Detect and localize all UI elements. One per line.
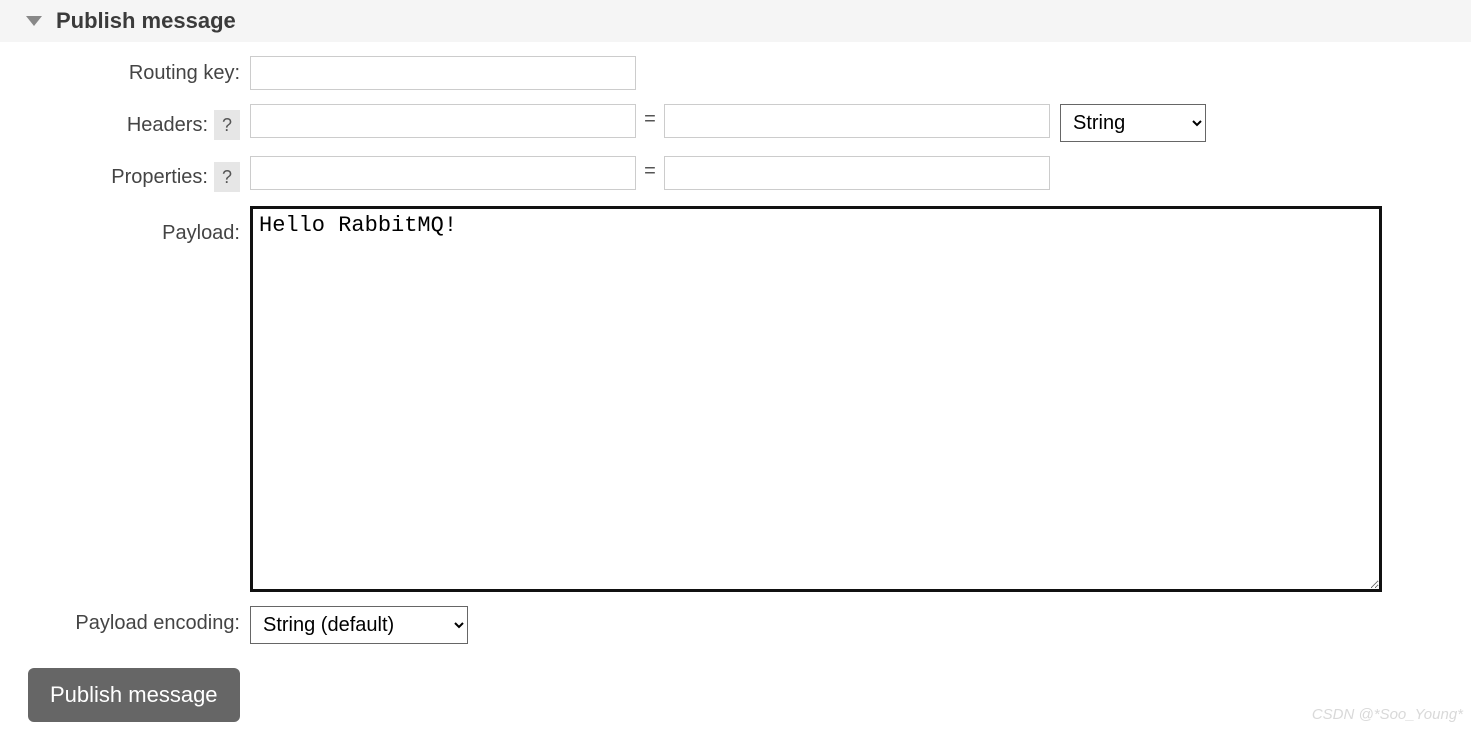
row-routing-key: Routing key: <box>0 56 1471 90</box>
payload-textarea[interactable] <box>250 206 1382 592</box>
header-key-input[interactable] <box>250 104 636 138</box>
chevron-down-icon <box>26 16 42 26</box>
properties-help-icon[interactable]: ? <box>214 162 240 192</box>
equals-sign: = <box>636 104 664 131</box>
watermark: CSDN @*Soo_Young* <box>1312 706 1463 723</box>
payload-encoding-label: Payload encoding: <box>75 612 240 635</box>
routing-key-input[interactable] <box>250 56 636 90</box>
row-properties: Properties: ? = <box>0 156 1471 192</box>
row-headers: Headers: ? = String <box>0 104 1471 142</box>
publish-button[interactable]: Publish message <box>28 668 240 722</box>
property-value-input[interactable] <box>664 156 1050 190</box>
payload-encoding-select[interactable]: String (default) <box>250 606 468 644</box>
equals-sign: = <box>636 156 664 183</box>
header-type-select[interactable]: String <box>1060 104 1206 142</box>
header-value-input[interactable] <box>664 104 1050 138</box>
payload-label: Payload: <box>162 222 240 245</box>
properties-label: Properties: <box>111 166 208 189</box>
section-title: Publish message <box>56 8 236 34</box>
property-key-input[interactable] <box>250 156 636 190</box>
headers-label: Headers: <box>127 114 208 137</box>
publish-form: Routing key: Headers: ? = String Propert… <box>0 42 1471 722</box>
headers-help-icon[interactable]: ? <box>214 110 240 140</box>
routing-key-label: Routing key: <box>129 62 240 85</box>
section-header[interactable]: Publish message <box>0 0 1471 42</box>
row-payload: Payload: <box>0 206 1471 592</box>
row-payload-encoding: Payload encoding: String (default) <box>0 606 1471 644</box>
